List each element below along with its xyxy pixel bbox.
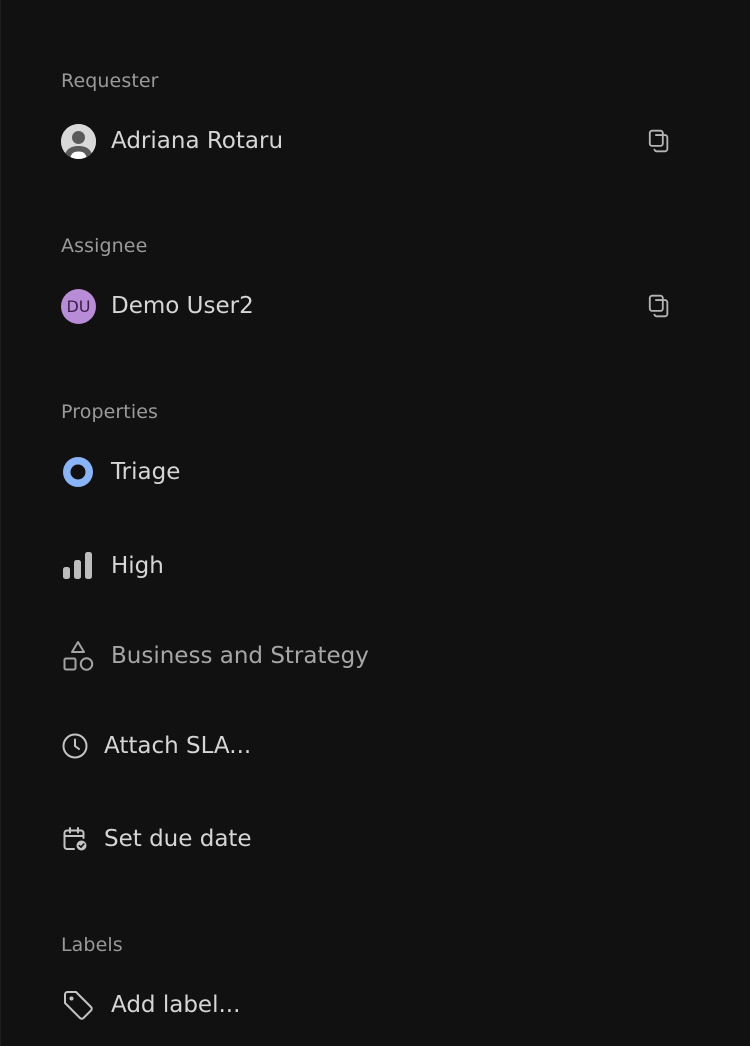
add-label-row[interactable]: Add label...: [61, 985, 240, 1025]
assignee-name: Demo User2: [111, 293, 254, 319]
copy-icon: [648, 129, 669, 153]
shapes-icon: [61, 639, 95, 673]
assignee-section-label: Assignee: [61, 235, 148, 257]
triage-status-icon: [61, 455, 95, 489]
sla-label: Attach SLA...: [104, 733, 252, 759]
due-date-label: Set due date: [104, 826, 252, 852]
ticket-details-panel: Requester Adriana Rotaru Assignee DU Dem…: [0, 0, 750, 1046]
copy-icon: [648, 294, 669, 318]
calendar-check-icon: [61, 825, 89, 853]
status-label: Triage: [111, 459, 181, 485]
properties-section-label: Properties: [61, 401, 159, 423]
clock-icon: [61, 732, 89, 760]
due-date-property[interactable]: Set due date: [61, 819, 252, 859]
requester-section-label: Requester: [61, 70, 159, 92]
copy-requester-button[interactable]: [645, 127, 673, 155]
assignee-row[interactable]: DU Demo User2: [61, 286, 254, 326]
user-silhouette-icon: [61, 123, 96, 159]
category-label: Business and Strategy: [111, 643, 369, 669]
tag-icon: [61, 988, 95, 1022]
add-label-text: Add label...: [111, 992, 241, 1018]
sla-property[interactable]: Attach SLA...: [61, 726, 251, 766]
requester-row[interactable]: Adriana Rotaru: [61, 121, 283, 161]
requester-name: Adriana Rotaru: [111, 128, 284, 154]
requester-avatar: [61, 123, 96, 159]
category-property[interactable]: Business and Strategy: [61, 636, 369, 676]
copy-assignee-button[interactable]: [645, 292, 673, 320]
priority-property[interactable]: High: [61, 546, 164, 586]
priority-label: High: [111, 553, 164, 579]
status-property[interactable]: Triage: [61, 452, 180, 492]
priority-high-icon: [61, 549, 95, 583]
labels-section-label: Labels: [61, 934, 123, 956]
assignee-avatar: DU: [61, 288, 96, 324]
